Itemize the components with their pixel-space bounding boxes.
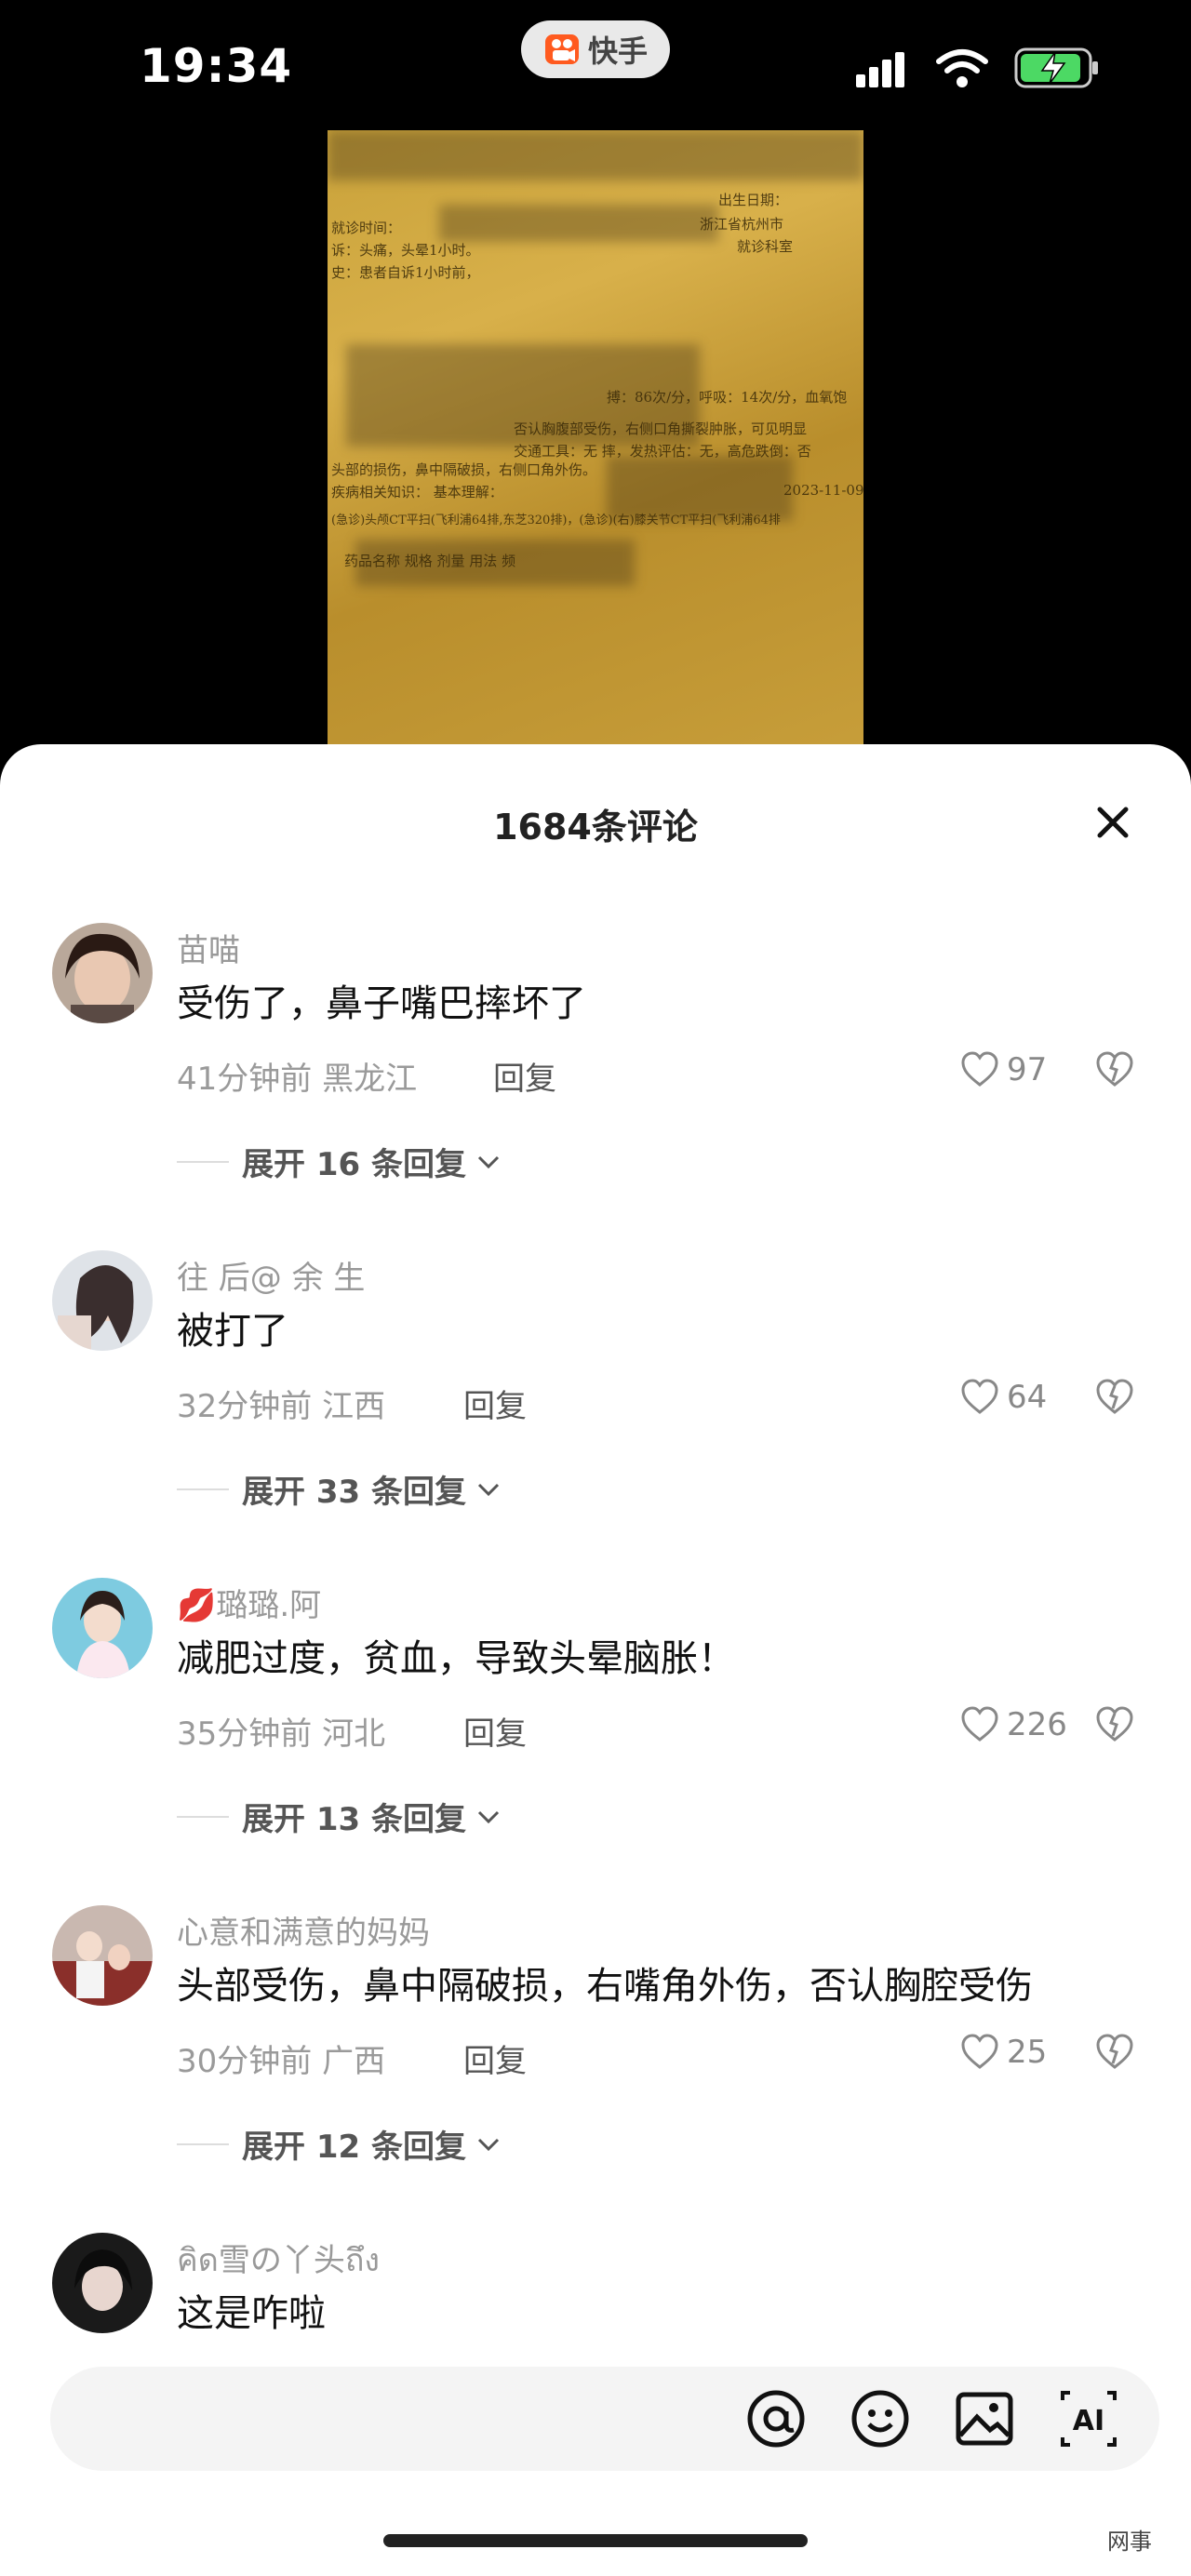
comment-text: 这是咋啦 [177,2292,326,2335]
app-indicator-pill[interactable]: 快手 [521,20,670,78]
like-button[interactable]: 25 [960,2034,1047,2071]
clock: 19:34 [140,39,293,93]
comment-meta: 35分钟前 河北 [177,1715,386,1753]
heart-icon [961,1051,998,1087]
emoji-icon[interactable] [849,2387,912,2450]
chevron-down-icon [477,1810,500,1823]
like-count: 97 [1007,1051,1048,1088]
expand-label: 展开 13 条回复 [242,1801,466,1838]
home-indicator[interactable] [383,2534,808,2547]
expand-replies-button[interactable]: 展开 13 条回复 [177,1794,503,1839]
comments-count-title: 1684条评论 [493,807,698,848]
close-icon[interactable] [1091,800,1135,845]
expand-replies-button[interactable]: 展开 16 条回复 [177,1139,503,1184]
dislike-heart-icon[interactable] [1094,1051,1135,1088]
reply-button[interactable]: 回复 [493,1053,556,1099]
divider [177,1160,229,1163]
doc-line: 头部的损伤，鼻中隔破损，右侧口角外伤。 [331,461,597,478]
doc-line: (急诊)头颅CT平扫(飞利浦64排,东芝320排)，(急诊)(右)膝关节CT平扫… [331,514,781,527]
comment-item: 心意和满意的妈妈 头部受伤，鼻中隔破损，右嘴角外伤，否认胸腔受伤 30分钟前 广… [0,1905,1191,2222]
username[interactable]: คิด雪の丫头ถึง [177,2235,380,2285]
expand-label: 展开 12 条回复 [242,2129,466,2166]
reply-button[interactable]: 回复 [463,2035,527,2081]
heart-icon [961,1379,998,1414]
reply-button[interactable]: 回复 [463,1381,527,1426]
doc-line: 2023-11-09 [783,482,863,499]
mention-at-icon[interactable] [744,2387,808,2450]
like-count: 64 [1007,1379,1048,1416]
expand-replies-button[interactable]: 展开 33 条回复 [177,1466,503,1512]
username[interactable]: 苗喵 [177,925,240,970]
divider [177,1815,229,1818]
avatar[interactable] [52,1578,153,1678]
image-icon[interactable] [953,2387,1016,2450]
doc-line: 疾病相关知识： 基本理解： [331,484,503,501]
comment-item: 💋璐璐.阿 减肥过度，贫血，导致头晕脑胀！ 35分钟前 河北 回复 226 展开… [0,1578,1191,1894]
chevron-down-icon [477,1483,500,1496]
kuaishou-logo-icon [544,34,579,64]
comment-meta: 32分钟前 江西 [177,1388,386,1425]
comment-text: 头部受伤，鼻中隔破损，右嘴角外伤，否认胸腔受伤 [177,1965,1033,2008]
svg-text:AI: AI [1073,2405,1104,2437]
wifi-icon [936,49,988,87]
divider [177,1488,229,1490]
comment-item: 往 后@ 余 生 被打了 32分钟前 江西 回复 64 展开 33 条回复 [0,1250,1191,1567]
doc-line: 否认胸腹部受伤，右侧口角撕裂肿胀，可见明显 [514,420,808,437]
avatar[interactable] [52,1250,153,1351]
comments-sheet: 1684条评论 苗喵 受伤了，鼻子嘴巴摔坏了 41分钟前 黑龙江 回复 97 展… [0,744,1191,2576]
comment-item: คิด雪の丫头ถึง 这是咋啦 [0,2233,1191,2382]
expand-label: 展开 33 条回复 [242,1474,466,1511]
doc-line: 出生日期： [718,192,789,208]
comment-text: 减肥过度，贫血，导致头晕脑胀！ [177,1637,735,1680]
avatar[interactable] [52,923,153,1023]
username[interactable]: 往 后@ 余 生 [177,1252,365,1298]
username[interactable]: 💋璐璐.阿 [177,1580,321,1625]
divider [177,2142,229,2145]
avatar[interactable] [52,2233,153,2333]
like-button[interactable]: 226 [960,1706,1067,1743]
status-bar: 19:34 快手 [0,0,1191,130]
like-count: 25 [1007,2034,1048,2071]
like-button[interactable]: 97 [960,1051,1047,1088]
reply-button[interactable]: 回复 [463,1708,527,1754]
chevron-down-icon [477,1155,500,1168]
doc-line: 史：患者自诉1小时前， [331,264,480,281]
comment-meta: 41分钟前 黑龙江 [177,1061,418,1098]
app-name: 快手 [587,33,648,69]
doc-line: 交通工具：无 摔，发热评估：无，高危跌倒：否 [514,443,811,460]
doc-line: 药品名称 规格 剂量 用法 频 [344,553,516,569]
doc-line: 搏：86次/分，呼吸：14次/分，血氧饱 [607,389,848,406]
comment-text: 受伤了，鼻子嘴巴摔坏了 [177,982,586,1025]
like-count: 226 [1007,1706,1067,1743]
medical-record-photo: 就诊时间： 诉：头痛，头晕1小时。 史：患者自诉1小时前， 出生日期： 浙江省杭… [328,130,863,754]
avatar[interactable] [52,1905,153,2006]
post-image-area[interactable]: 就诊时间： 诉：头痛，头晕1小时。 史：患者自诉1小时前， 出生日期： 浙江省杭… [0,130,1191,754]
comment-text: 被打了 [177,1310,288,1353]
ai-text-icon[interactable]: AI [1057,2387,1120,2450]
doc-line: 就诊时间： [331,220,402,236]
comment-meta: 30分钟前 广西 [177,2043,386,2080]
dislike-heart-icon[interactable] [1094,2034,1135,2071]
username[interactable]: 心意和满意的妈妈 [177,1907,430,1953]
heart-icon [961,1706,998,1742]
chevron-down-icon [477,2138,500,2151]
watermark: 网事 [1107,2529,1152,2555]
dislike-heart-icon[interactable] [1094,1706,1135,1743]
doc-line: 诉：头痛，头晕1小时。 [331,242,480,259]
cellular-signal-icon [856,52,904,87]
dislike-heart-icon[interactable] [1094,1379,1135,1416]
doc-line: 就诊科室 [737,238,794,255]
expand-label: 展开 16 条回复 [242,1146,466,1183]
comment-input-bar[interactable]: AI [50,2367,1159,2471]
like-button[interactable]: 64 [960,1379,1047,1416]
comment-item: 苗喵 受伤了，鼻子嘴巴摔坏了 41分钟前 黑龙江 回复 97 展开 16 条回复 [0,923,1191,1239]
battery-charging-icon [1014,47,1098,88]
doc-line: 浙江省杭州市 [700,216,784,233]
expand-replies-button[interactable]: 展开 12 条回复 [177,2121,503,2167]
heart-icon [961,2034,998,2069]
